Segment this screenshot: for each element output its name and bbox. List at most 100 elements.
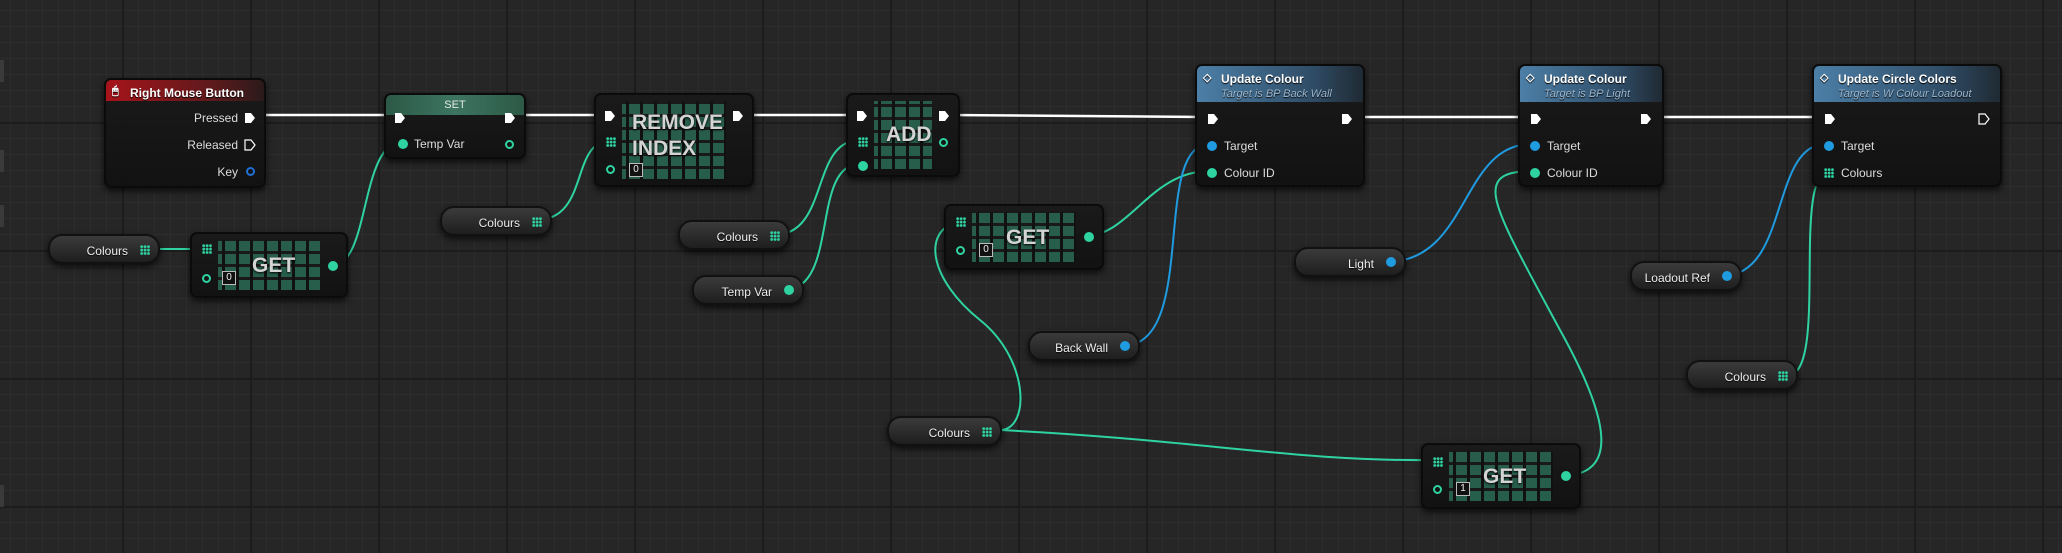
index-value[interactable]: 1 [1456, 482, 1470, 496]
exec-wire [947, 113, 1206, 119]
colours-variable[interactable]: Colours [887, 416, 1002, 446]
exec-pin-pressed[interactable] [244, 112, 256, 124]
colours-variable[interactable]: Colours [678, 220, 790, 250]
key-pin[interactable] [246, 167, 255, 176]
add-title: ADD [886, 123, 932, 146]
update-colour-node-back-wall[interactable]: ◇ Update Colour Target is BP Back Wall T… [1195, 64, 1365, 187]
function-subtitle: Target is BP Back Wall [1221, 88, 1332, 100]
function-icon: ◇ [1203, 72, 1212, 84]
exec-pin-out[interactable] [1978, 113, 1990, 125]
loadout-ref-variable[interactable]: Loadout Ref [1630, 261, 1742, 291]
target-pin[interactable] [1207, 141, 1217, 151]
event-header: 🖱 Right Mouse Button [106, 80, 264, 101]
exec-pin-out[interactable] [732, 110, 744, 122]
colours-variable[interactable]: Colours [440, 206, 552, 236]
temp-var-variable[interactable]: Temp Var [692, 275, 804, 305]
output-pin[interactable] [328, 261, 338, 271]
function-title: Update Colour [1544, 72, 1627, 86]
event-title: Right Mouse Button [130, 86, 244, 100]
exec-pin-in[interactable] [1530, 113, 1542, 125]
exec-pin-in[interactable] [1207, 113, 1219, 125]
get-title: GET [252, 254, 296, 277]
target-pin[interactable] [1824, 141, 1834, 151]
variable-label: Temp Var [721, 285, 772, 299]
set-node[interactable]: SET Temp Var [384, 93, 526, 159]
right-mouse-button-event[interactable]: 🖱 Right Mouse Button Pressed Released Ke… [104, 78, 266, 188]
edge-marker [0, 150, 4, 172]
colours-array-pin[interactable] [1824, 168, 1834, 178]
temp-var-out-pin[interactable] [505, 140, 514, 149]
key-label: Key [217, 165, 238, 179]
exec-pin-in[interactable] [604, 110, 616, 122]
exec-pin-in[interactable] [856, 110, 868, 122]
variable-pin[interactable] [1386, 257, 1396, 267]
array-pin[interactable] [956, 217, 966, 227]
target-label: Target [1841, 139, 1875, 153]
colour-id-pin[interactable] [1530, 168, 1540, 178]
remove-index-node[interactable]: REMOVE INDEX 0 [594, 93, 754, 187]
colours-label: Colours [1841, 166, 1883, 180]
variable-label: Colours [86, 244, 128, 258]
variable-pin[interactable] [784, 285, 794, 295]
exec-pin-out[interactable] [1341, 113, 1353, 125]
back-wall-variable[interactable]: Back Wall [1028, 331, 1140, 361]
function-subtitle: Target is W Colour Loadout [1838, 88, 1972, 100]
data-wire [1786, 170, 1831, 377]
index-pin[interactable] [202, 274, 211, 283]
exec-pin-out[interactable] [938, 110, 950, 122]
light-variable[interactable]: Light [1294, 247, 1406, 277]
output-pin[interactable] [1561, 471, 1571, 481]
edge-marker [0, 205, 4, 227]
array-pin[interactable] [982, 427, 992, 437]
colour-id-label: Colour ID [1224, 166, 1275, 180]
function-header: ◇ Update Colour Target is BP Light [1520, 66, 1662, 102]
get-title: GET [1483, 465, 1527, 488]
return-pin[interactable] [939, 138, 948, 147]
array-pin[interactable] [532, 217, 542, 227]
exec-pin-in[interactable] [394, 112, 406, 124]
exec-pin-in[interactable] [1824, 113, 1836, 125]
array-pin[interactable] [1778, 371, 1788, 381]
index-value[interactable]: 0 [979, 243, 993, 257]
output-pin[interactable] [1084, 232, 1094, 242]
array-pin[interactable] [770, 231, 780, 241]
array-pin[interactable] [858, 137, 868, 147]
colour-id-label: Colour ID [1547, 166, 1598, 180]
data-wire [999, 429, 1436, 462]
array-pin[interactable] [606, 137, 616, 147]
variable-pin[interactable] [1120, 341, 1130, 351]
edge-marker [0, 485, 4, 507]
index-pin[interactable] [606, 165, 615, 174]
get-node[interactable]: GET 0 [190, 232, 348, 298]
data-wire [783, 163, 861, 291]
colours-variable[interactable]: Colours [1686, 360, 1798, 390]
index-pin[interactable] [956, 246, 965, 255]
update-colour-node-light[interactable]: ◇ Update Colour Target is BP Light Targe… [1518, 64, 1664, 187]
exec-pin-out[interactable] [504, 112, 516, 124]
index-value[interactable]: 0 [222, 271, 236, 285]
variable-pin[interactable] [1722, 271, 1732, 281]
array-pin[interactable] [1433, 457, 1443, 467]
target-pin[interactable] [1530, 141, 1540, 151]
target-label: Target [1547, 139, 1581, 153]
variable-label: Colours [716, 230, 758, 244]
array-pin[interactable] [202, 244, 212, 254]
index-pin[interactable] [1433, 485, 1442, 494]
variable-label: Loadout Ref [1644, 271, 1710, 285]
released-label: Released [187, 138, 238, 152]
exec-pin-out[interactable] [1640, 113, 1652, 125]
get-node[interactable]: GET 1 [1421, 443, 1581, 509]
temp-var-pin[interactable] [398, 139, 408, 149]
colour-id-pin[interactable] [1207, 168, 1217, 178]
colours-variable[interactable]: Colours [48, 234, 160, 264]
pressed-label: Pressed [193, 111, 238, 125]
index-value[interactable]: 0 [629, 163, 643, 177]
add-node[interactable]: ADD [846, 93, 960, 177]
variable-label: Colours [928, 426, 970, 440]
update-circle-colors-node[interactable]: ◇ Update Circle Colors Target is W Colou… [1812, 64, 2002, 187]
item-pin[interactable] [858, 161, 868, 171]
exec-pin-released[interactable] [244, 139, 256, 151]
array-pin[interactable] [140, 245, 150, 255]
variable-label: Back Wall [1055, 341, 1108, 355]
get-node[interactable]: GET 0 [944, 204, 1104, 270]
